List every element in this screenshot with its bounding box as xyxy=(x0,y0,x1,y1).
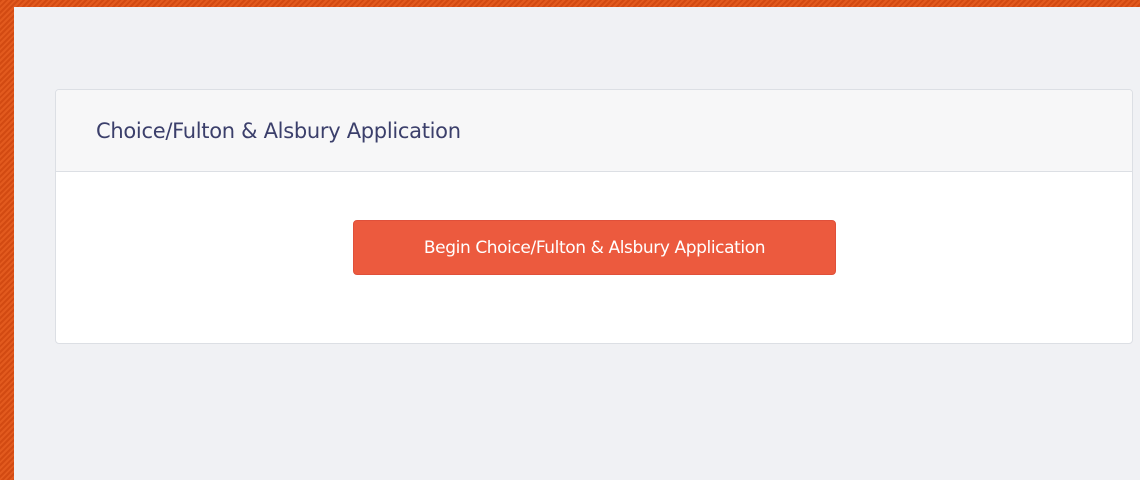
application-panel: Choice/Fulton & Alsbury Application Begi… xyxy=(55,89,1133,344)
window-frame-top xyxy=(0,0,1140,7)
panel-title: Choice/Fulton & Alsbury Application xyxy=(96,118,461,143)
window-frame-left xyxy=(0,0,14,480)
panel-body: Begin Choice/Fulton & Alsbury Applicatio… xyxy=(56,172,1132,343)
page-content: Choice/Fulton & Alsbury Application Begi… xyxy=(14,7,1140,480)
panel-header: Choice/Fulton & Alsbury Application xyxy=(56,90,1132,172)
begin-application-button[interactable]: Begin Choice/Fulton & Alsbury Applicatio… xyxy=(353,220,836,275)
